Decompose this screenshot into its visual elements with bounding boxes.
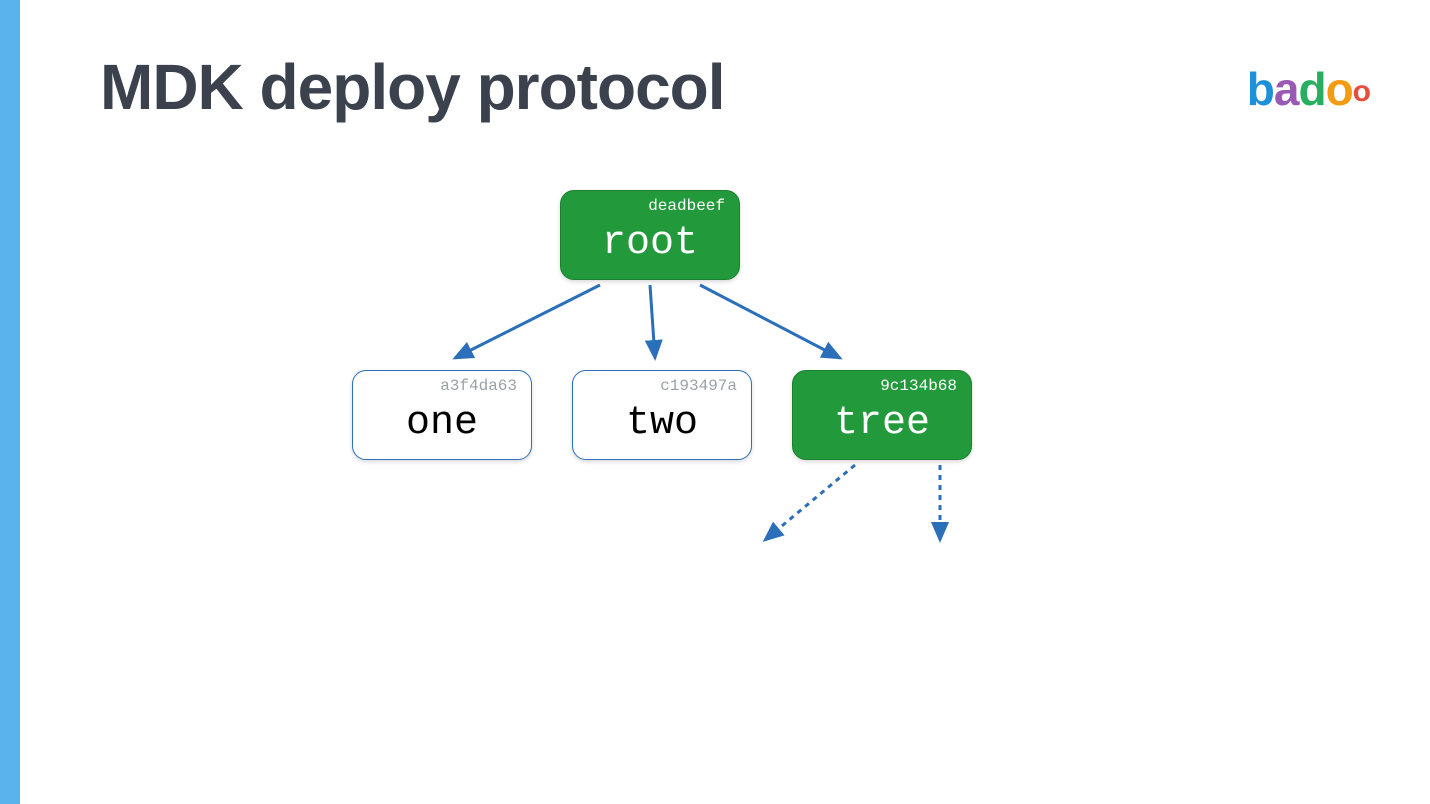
- arrow-tree-child-left: [765, 465, 855, 540]
- arrow-root-one: [455, 285, 600, 358]
- node-root-hash: deadbeef: [648, 197, 725, 215]
- node-root-label: root: [561, 221, 739, 266]
- node-tree-hash: 9c134b68: [880, 377, 957, 395]
- node-tree-label: tree: [793, 401, 971, 446]
- node-two-label: two: [573, 401, 751, 446]
- arrow-root-two: [650, 285, 655, 358]
- node-two: c193497a two: [572, 370, 752, 460]
- node-one: a3f4da63 one: [352, 370, 532, 460]
- node-tree: 9c134b68 tree: [792, 370, 972, 460]
- node-one-label: one: [353, 401, 531, 446]
- arrow-root-tree: [700, 285, 840, 358]
- node-one-hash: a3f4da63: [440, 377, 517, 395]
- node-two-hash: c193497a: [660, 377, 737, 395]
- diagram-area: deadbeef root a3f4da63 one c193497a two …: [0, 0, 1430, 804]
- node-root: deadbeef root: [560, 190, 740, 280]
